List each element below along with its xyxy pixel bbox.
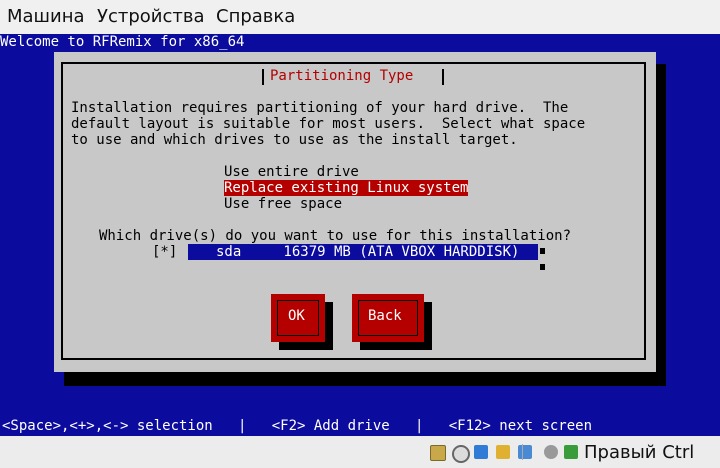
back-button-label: Back — [368, 308, 402, 324]
mouse-integration-icon[interactable] — [544, 445, 558, 459]
optical-disk-icon[interactable] — [452, 445, 470, 463]
title-right-bar — [442, 69, 444, 85]
host-key-label: Правый Ctrl — [584, 442, 695, 463]
partitioning-dialog: Partitioning Type Installation requires … — [54, 52, 656, 372]
drive-scrollbar-end — [540, 264, 545, 270]
display-icon[interactable] — [518, 445, 532, 459]
hard-disk-icon[interactable] — [430, 445, 446, 461]
drive-checkbox[interactable]: [*] — [152, 244, 177, 260]
keyboard-hint: <Space>,<+>,<-> selection | <F2> Add dri… — [2, 418, 593, 434]
menubar: Машина Устройства Справка — [0, 0, 720, 34]
drive-list-item[interactable]: sda 16379 MB (ATA VBOX HARDDISK) — [188, 244, 538, 260]
option-use-entire-drive[interactable]: Use entire drive — [224, 164, 359, 180]
drive-scrollbar-thumb[interactable] — [540, 248, 545, 254]
dialog-title: Partitioning Type — [266, 68, 418, 84]
host-key-arrow-icon — [564, 445, 578, 459]
option-use-free-space[interactable]: Use free space — [224, 196, 342, 212]
welcome-banner: Welcome to RFRemix for x86_64 — [0, 34, 720, 50]
shared-folder-icon[interactable] — [496, 445, 510, 459]
menu-devices[interactable]: Устройства — [97, 6, 205, 27]
menu-machine[interactable]: Машина — [7, 6, 85, 27]
title-left-bar — [262, 69, 264, 85]
statusbar: Правый Ctrl — [0, 436, 720, 468]
dialog-description: Installation requires partitioning of yo… — [71, 100, 586, 148]
ok-button-label: OK — [288, 308, 305, 324]
option-replace-linux[interactable]: Replace existing Linux system — [224, 180, 469, 196]
vm-screen[interactable]: Welcome to RFRemix for x86_64 Partitioni… — [0, 34, 720, 436]
usb-icon[interactable] — [474, 445, 488, 459]
statusbar-divider — [522, 444, 523, 460]
drive-question: Which drive(s) do you want to use for th… — [99, 228, 572, 244]
menu-help[interactable]: Справка — [216, 6, 295, 27]
